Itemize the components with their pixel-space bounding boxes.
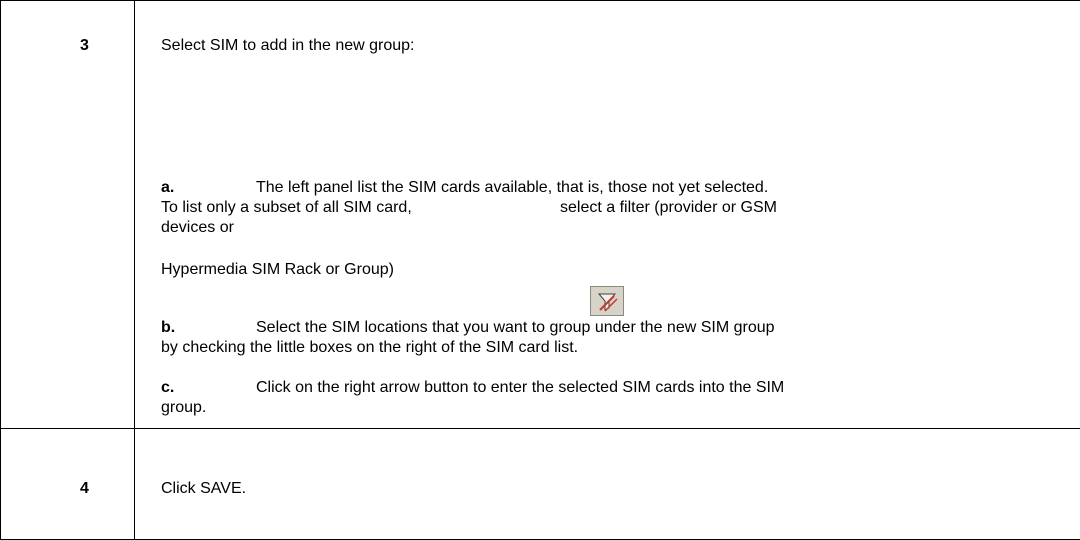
step-number: 3 xyxy=(80,37,89,54)
step-heading: Select SIM to add in the new group: xyxy=(161,37,415,54)
step-number: 4 xyxy=(80,480,89,497)
step-text: Click SAVE. xyxy=(161,480,247,497)
substep-c-line2: group. xyxy=(161,399,207,416)
substep-a-line2-left: To list only a subset of all SIM card, xyxy=(161,199,412,216)
substep-b-label: b. xyxy=(161,319,176,336)
substep-c-label: c. xyxy=(161,379,175,396)
table-left-border xyxy=(0,0,1,540)
table-column-divider xyxy=(134,0,135,540)
substep-a-line2-right: select a filter (provider or GSM xyxy=(560,199,777,216)
substep-a-line1: The left panel list the SIM cards availa… xyxy=(256,179,769,196)
table-row-divider xyxy=(0,428,1080,429)
table-top-border xyxy=(0,0,1080,1)
substep-a-line3: devices or xyxy=(161,219,234,236)
substep-b-line1: Select the SIM locations that you want t… xyxy=(256,319,775,336)
substep-a-line4: Hypermedia SIM Rack or Group) xyxy=(161,261,394,278)
filter-icon xyxy=(590,286,624,316)
substep-b-line2: by checking the little boxes on the righ… xyxy=(161,339,579,356)
substep-a-label: a. xyxy=(161,179,175,196)
substep-c-line1: Click on the right arrow button to enter… xyxy=(256,379,785,396)
